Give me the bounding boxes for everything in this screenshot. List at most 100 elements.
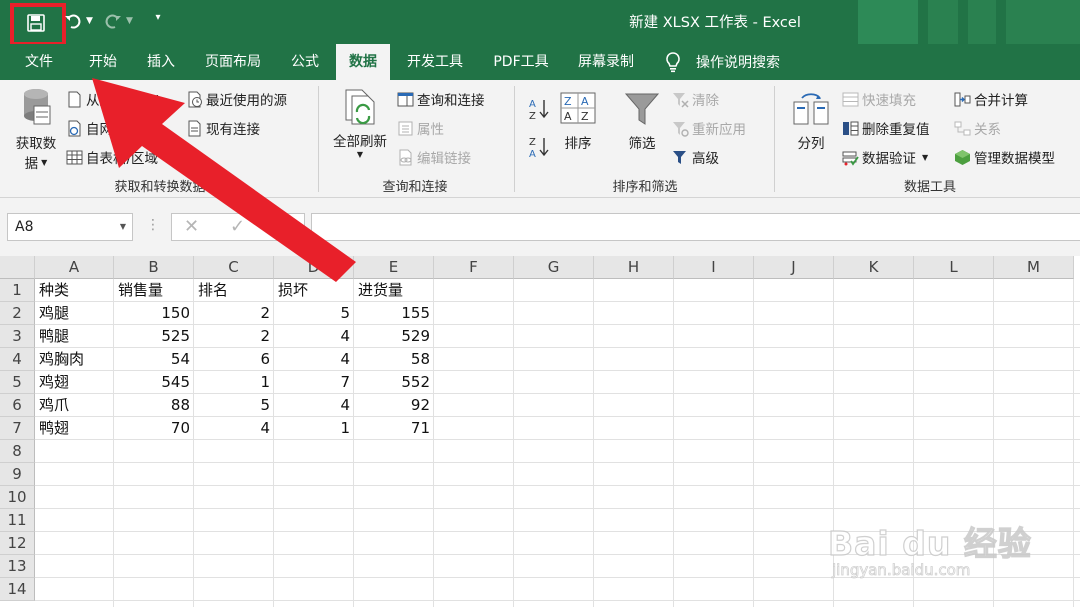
number-cell[interactable]: 5 bbox=[194, 394, 274, 417]
number-cell[interactable]: 2 bbox=[194, 325, 274, 348]
tab-home[interactable]: 开始 bbox=[80, 44, 126, 80]
redo-button[interactable]: ▼ bbox=[104, 10, 140, 32]
sort-button[interactable]: Z A A Z 排序 bbox=[558, 92, 598, 152]
header-cell[interactable]: 种类 bbox=[35, 279, 114, 302]
clear-filter-button[interactable]: 清除 bbox=[672, 88, 719, 110]
cancel-icon[interactable]: ✕ bbox=[184, 216, 199, 237]
manage-data-model-button[interactable]: 管理数据模型 bbox=[954, 146, 1055, 168]
header-cell[interactable]: 进货量 bbox=[354, 279, 434, 302]
row-header[interactable]: 9 bbox=[0, 463, 35, 486]
from-text-csv-button[interactable]: 从文本/CSV bbox=[66, 88, 158, 110]
number-cell[interactable]: 5 bbox=[274, 302, 354, 325]
sort-descending-button[interactable]: Z A bbox=[528, 134, 550, 160]
undo-dropdown-icon[interactable]: ▼ bbox=[86, 16, 93, 26]
queries-connections-button[interactable]: 查询和连接 bbox=[397, 88, 485, 110]
column-header[interactable]: C bbox=[194, 256, 274, 279]
row-header[interactable]: 7 bbox=[0, 417, 35, 440]
number-cell[interactable]: 71 bbox=[354, 417, 434, 440]
category-cell[interactable]: 鸡翅 bbox=[35, 371, 114, 394]
tab-page-layout[interactable]: 页面布局 bbox=[196, 44, 270, 80]
select-all-corner[interactable] bbox=[0, 256, 35, 279]
remove-duplicates-button[interactable]: 删除重复值 bbox=[842, 117, 930, 139]
tell-me-search[interactable]: 操作说明搜索 bbox=[664, 44, 780, 80]
header-cell[interactable]: 损坏 bbox=[274, 279, 354, 302]
name-box-dropdown-icon[interactable]: ▼ bbox=[120, 214, 126, 240]
redo-dropdown-icon[interactable]: ▼ bbox=[126, 16, 133, 26]
row-header[interactable]: 13 bbox=[0, 555, 35, 578]
column-header[interactable]: B bbox=[114, 256, 194, 279]
category-cell[interactable]: 鸡胸肉 bbox=[35, 348, 114, 371]
number-cell[interactable]: 4 bbox=[274, 325, 354, 348]
sort-ascending-button[interactable]: A Z bbox=[528, 96, 550, 122]
tab-formulas[interactable]: 公式 bbox=[282, 44, 328, 80]
text-to-columns-button[interactable]: 分列 bbox=[788, 92, 834, 152]
number-cell[interactable]: 54 bbox=[114, 348, 194, 371]
consolidate-button[interactable]: 合并计算 bbox=[954, 88, 1028, 110]
category-cell[interactable]: 鸭腿 bbox=[35, 325, 114, 348]
number-cell[interactable]: 155 bbox=[354, 302, 434, 325]
header-cell[interactable]: 销售量 bbox=[114, 279, 194, 302]
column-header[interactable]: E bbox=[354, 256, 434, 279]
number-cell[interactable]: 58 bbox=[354, 348, 434, 371]
tab-file[interactable]: 文件 bbox=[14, 44, 64, 80]
column-header[interactable]: G bbox=[514, 256, 594, 279]
number-cell[interactable]: 545 bbox=[114, 371, 194, 394]
number-cell[interactable]: 525 bbox=[114, 325, 194, 348]
column-header[interactable]: D bbox=[274, 256, 354, 279]
row-header[interactable]: 10 bbox=[0, 486, 35, 509]
reapply-button[interactable]: 重新应用 bbox=[672, 117, 746, 139]
row-header[interactable]: 2 bbox=[0, 302, 35, 325]
relationships-button[interactable]: 关系 bbox=[954, 117, 1001, 139]
number-cell[interactable]: 4 bbox=[274, 394, 354, 417]
number-cell[interactable]: 552 bbox=[354, 371, 434, 394]
number-cell[interactable]: 70 bbox=[114, 417, 194, 440]
properties-button[interactable]: 属性 bbox=[397, 117, 444, 139]
number-cell[interactable]: 92 bbox=[354, 394, 434, 417]
insert-function-icon[interactable]: fx bbox=[274, 217, 287, 233]
recent-sources-button[interactable]: 最近使用的源 bbox=[186, 88, 287, 110]
number-cell[interactable]: 150 bbox=[114, 302, 194, 325]
number-cell[interactable]: 4 bbox=[194, 417, 274, 440]
category-cell[interactable]: 鸡爪 bbox=[35, 394, 114, 417]
tab-developer[interactable]: 开发工具 bbox=[398, 44, 472, 80]
tab-data[interactable]: 数据 bbox=[336, 44, 390, 80]
edit-links-button[interactable]: 编辑链接 bbox=[397, 146, 471, 168]
from-table-button[interactable]: 自表格/区域 bbox=[66, 146, 158, 168]
header-cell[interactable]: 排名 bbox=[194, 279, 274, 302]
row-header[interactable]: 5 bbox=[0, 371, 35, 394]
tab-insert[interactable]: 插入 bbox=[138, 44, 184, 80]
name-box[interactable]: A8 ▼ bbox=[7, 213, 133, 241]
tab-pdf-tools[interactable]: PDF工具 bbox=[484, 44, 558, 80]
enter-icon[interactable]: ✓ bbox=[230, 216, 245, 237]
column-header[interactable]: F bbox=[434, 256, 514, 279]
column-header[interactable]: K bbox=[834, 256, 914, 279]
tab-screen-record[interactable]: 屏幕录制 bbox=[568, 44, 644, 80]
number-cell[interactable]: 1 bbox=[194, 371, 274, 394]
advanced-filter-button[interactable]: 高级 bbox=[672, 146, 719, 168]
category-cell[interactable]: 鸡腿 bbox=[35, 302, 114, 325]
row-header[interactable]: 3 bbox=[0, 325, 35, 348]
number-cell[interactable]: 6 bbox=[194, 348, 274, 371]
row-header[interactable]: 12 bbox=[0, 532, 35, 555]
from-web-button[interactable]: 自网站 bbox=[66, 117, 127, 139]
row-header[interactable]: 4 bbox=[0, 348, 35, 371]
row-header[interactable]: 6 bbox=[0, 394, 35, 417]
formula-input[interactable] bbox=[311, 213, 1080, 241]
number-cell[interactable]: 88 bbox=[114, 394, 194, 417]
column-header[interactable]: M bbox=[994, 256, 1074, 279]
existing-connections-button[interactable]: 现有连接 bbox=[186, 117, 260, 139]
number-cell[interactable]: 2 bbox=[194, 302, 274, 325]
column-header[interactable]: I bbox=[674, 256, 754, 279]
refresh-all-button[interactable]: 全部刷新 ▼ bbox=[327, 88, 393, 159]
number-cell[interactable]: 4 bbox=[274, 348, 354, 371]
column-header[interactable]: J bbox=[754, 256, 834, 279]
data-validation-button[interactable]: 数据验证 ▼ bbox=[842, 146, 928, 168]
row-header[interactable]: 8 bbox=[0, 440, 35, 463]
category-cell[interactable]: 鸭翅 bbox=[35, 417, 114, 440]
row-header[interactable]: 1 bbox=[0, 279, 35, 302]
column-header[interactable]: L bbox=[914, 256, 994, 279]
number-cell[interactable]: 1 bbox=[274, 417, 354, 440]
column-header[interactable]: H bbox=[594, 256, 674, 279]
undo-button[interactable]: ▼ bbox=[64, 10, 100, 32]
flash-fill-button[interactable]: 快速填充 bbox=[842, 88, 916, 110]
